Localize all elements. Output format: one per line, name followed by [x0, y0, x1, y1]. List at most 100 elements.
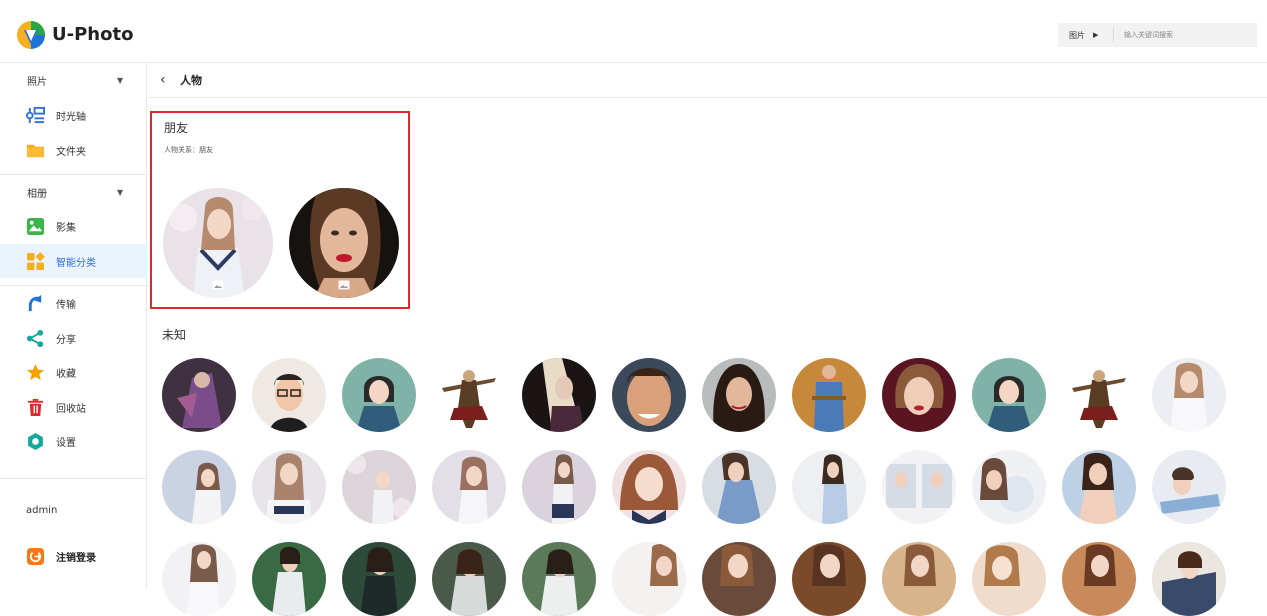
search-input[interactable] [1114, 31, 1244, 39]
person-face[interactable] [163, 188, 273, 298]
person-photo [972, 450, 1046, 524]
person-photo [702, 358, 776, 432]
person-face[interactable] [1062, 358, 1136, 432]
logout-icon [26, 547, 45, 566]
sidebar-section-albums[interactable]: 相册 ▼ [0, 175, 147, 209]
person-photo [702, 450, 776, 524]
star-icon [26, 363, 45, 380]
app-logo-icon [17, 21, 45, 49]
main-content: ‹ 人物 朋友 人物关系：朋友 未知 [148, 63, 1267, 616]
person-face[interactable] [882, 450, 956, 524]
section-label: 相册 [27, 188, 47, 200]
app-name: U-Photo [52, 24, 134, 45]
person-face[interactable] [972, 450, 1046, 524]
logout-button[interactable]: 注销登录 [26, 547, 96, 566]
trash-icon [27, 398, 44, 416]
person-photo [792, 450, 866, 524]
person-photo [612, 450, 686, 524]
person-face[interactable] [252, 450, 326, 524]
person-face[interactable] [1062, 450, 1136, 524]
back-arrow-icon[interactable]: ‹ [160, 72, 174, 88]
person-face[interactable] [432, 450, 506, 524]
sidebar-item-transfer[interactable]: 传输 [0, 286, 147, 320]
search-type-dropdown[interactable]: 图片 ▶ [1058, 30, 1113, 41]
person-face[interactable] [702, 542, 776, 616]
sidebar: 照片 ▼ 时光轴 文件夹 相册 ▼ 影集 智能分类 传输 分享 收藏 回收站 设… [0, 63, 147, 589]
person-face[interactable] [882, 542, 956, 616]
person-face[interactable] [289, 188, 399, 298]
person-face[interactable] [522, 358, 596, 432]
person-face[interactable] [252, 542, 326, 616]
person-face[interactable] [1152, 358, 1226, 432]
caret-down-icon: ▼ [117, 75, 124, 85]
person-face[interactable] [1062, 542, 1136, 616]
person-face[interactable] [612, 542, 686, 616]
person-face[interactable] [882, 358, 956, 432]
person-face[interactable] [792, 450, 866, 524]
person-face[interactable] [702, 358, 776, 432]
person-face[interactable] [252, 358, 326, 432]
person-face[interactable] [162, 358, 236, 432]
person-photo [882, 450, 956, 524]
person-photo [432, 450, 506, 524]
person-photo [792, 542, 866, 616]
section-label: 照片 [27, 76, 47, 88]
person-face[interactable] [432, 358, 506, 432]
sidebar-item-label: 设置 [56, 437, 76, 449]
sidebar-item-smart-category[interactable]: 智能分类 [0, 244, 147, 278]
person-face[interactable] [972, 542, 1046, 616]
person-face[interactable] [1152, 450, 1226, 524]
person-face[interactable] [342, 358, 416, 432]
person-face[interactable] [522, 542, 596, 616]
person-photo [522, 542, 596, 616]
person-face[interactable] [612, 450, 686, 524]
person-photo [342, 542, 416, 616]
top-header: U-Photo 图片 ▶ [0, 0, 1267, 63]
group-title: 未知 [162, 328, 187, 342]
group-title: 朋友 [164, 121, 189, 135]
search-type-label: 图片 [1069, 30, 1085, 40]
person-photo [342, 358, 416, 432]
person-photo [702, 542, 776, 616]
person-photo [612, 542, 686, 616]
sidebar-item-timeline[interactable]: 时光轴 [0, 98, 147, 132]
sidebar-item-settings[interactable]: 设置 [0, 424, 147, 458]
sidebar-item-label: 文件夹 [56, 146, 86, 158]
person-photo [612, 358, 686, 432]
sidebar-item-trash[interactable]: 回收站 [0, 390, 147, 424]
person-face[interactable] [522, 450, 596, 524]
person-face[interactable] [702, 450, 776, 524]
sidebar-item-share[interactable]: 分享 [0, 321, 147, 355]
person-face[interactable] [162, 542, 236, 616]
group-subtitle: 人物关系：朋友 [164, 146, 213, 154]
settings-icon [28, 432, 43, 450]
person-photo [1152, 450, 1226, 524]
sidebar-item-label: 收藏 [56, 368, 76, 380]
person-face[interactable] [1152, 542, 1226, 616]
person-photo [252, 358, 326, 432]
sidebar-section-photos[interactable]: 照片 ▼ [0, 63, 147, 97]
person-face[interactable] [342, 542, 416, 616]
person-face[interactable] [612, 358, 686, 432]
person-photo [1062, 450, 1136, 524]
sidebar-item-label: 智能分类 [56, 257, 96, 269]
sidebar-item-album[interactable]: 影集 [0, 209, 147, 243]
person-photo [252, 542, 326, 616]
person-photo [252, 450, 326, 524]
person-photo [882, 358, 956, 432]
page-title: 人物 [180, 74, 202, 87]
sidebar-item-favorites[interactable]: 收藏 [0, 355, 147, 389]
person-face[interactable] [792, 358, 866, 432]
person-photo [432, 542, 506, 616]
person-photo [1062, 542, 1136, 616]
person-photo [162, 358, 236, 432]
person-face[interactable] [342, 450, 416, 524]
smart-category-icon [26, 251, 45, 270]
current-user: admin [26, 505, 58, 516]
person-photo [162, 450, 236, 524]
person-face[interactable] [432, 542, 506, 616]
person-face[interactable] [792, 542, 866, 616]
person-face[interactable] [972, 358, 1046, 432]
person-face[interactable] [162, 450, 236, 524]
sidebar-item-folder[interactable]: 文件夹 [0, 133, 147, 167]
